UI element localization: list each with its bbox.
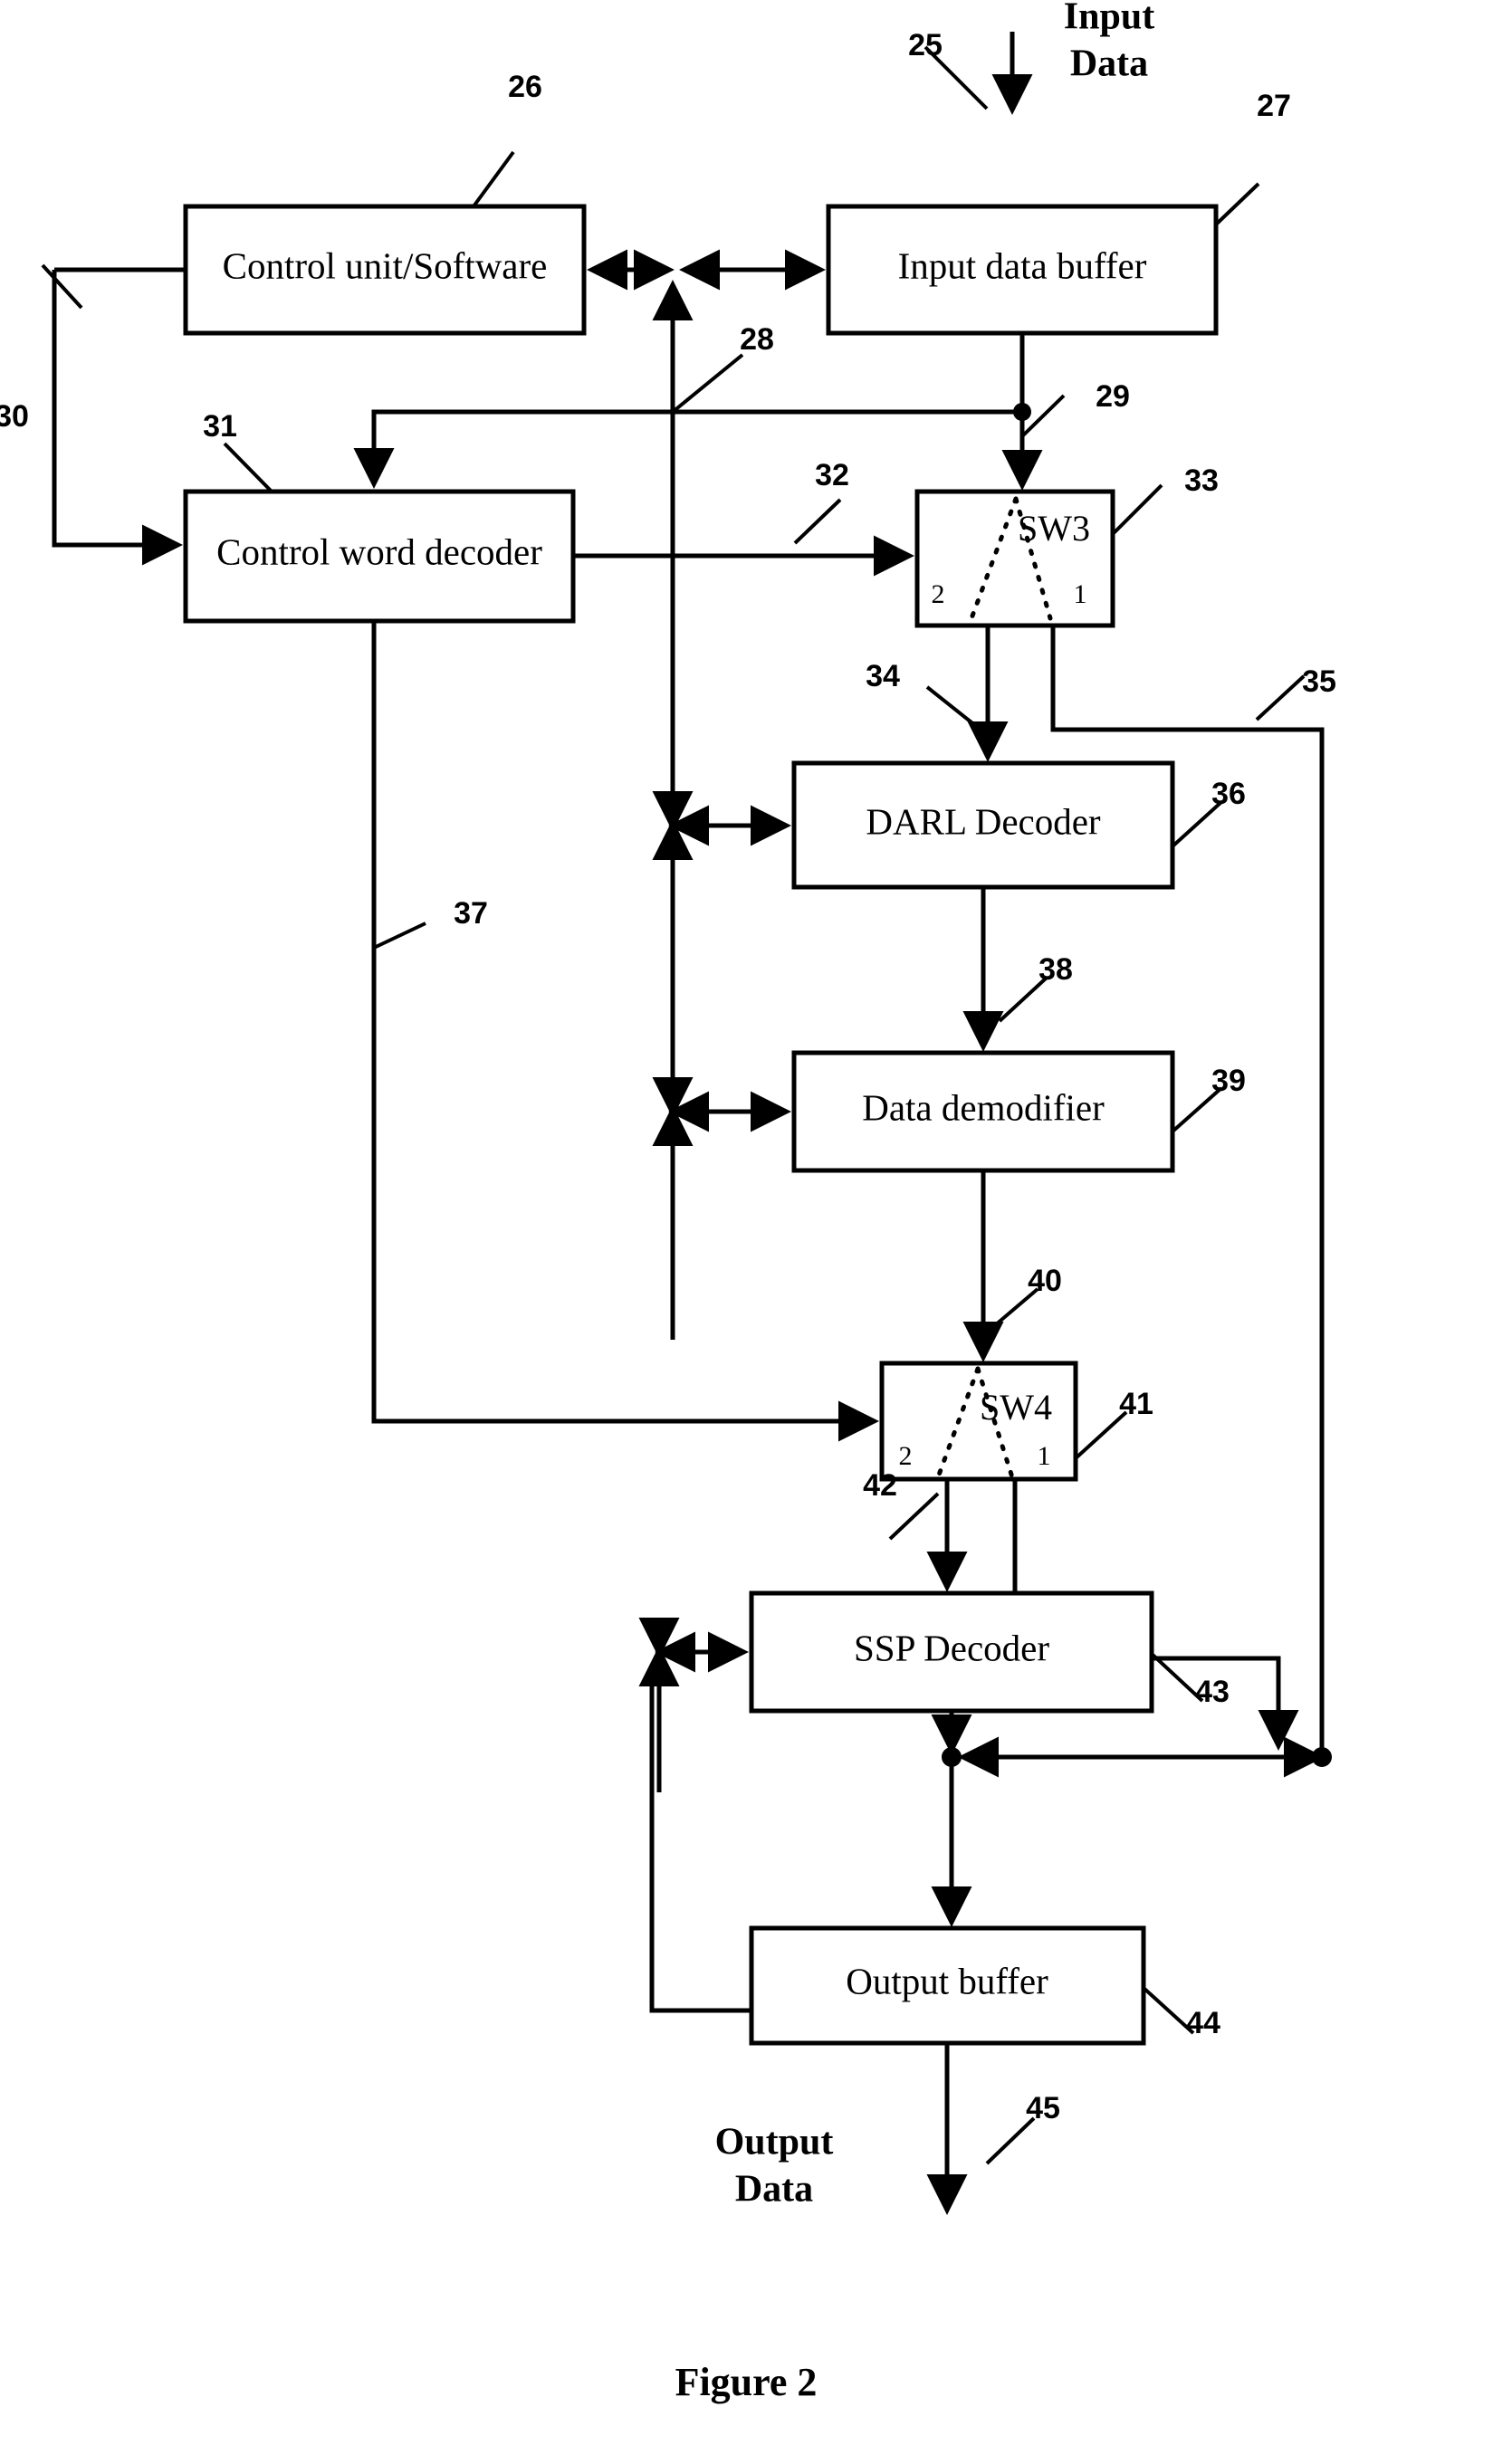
patent-figure-2: Input Data Control unit/Software Input d… <box>0 0 1493 2464</box>
figure-caption: Figure 2 <box>675 2360 818 2404</box>
input-data-line1: Input <box>1064 0 1154 38</box>
ref-34: 34 <box>866 659 900 693</box>
sw4-label: SW4 <box>980 1387 1052 1428</box>
input-data-label: Input Data <box>1064 0 1154 85</box>
control-word-decoder-label: Control word decoder <box>216 530 542 572</box>
sw4-port-2-label: 2 <box>899 1441 913 1471</box>
input-data-line2: Data <box>1070 43 1148 85</box>
sw3-port-1-label: 1 <box>1074 579 1087 609</box>
ref-43: 43 <box>1195 1675 1230 1709</box>
ref-26: 26 <box>508 70 542 104</box>
ref-33: 33 <box>1184 463 1219 498</box>
ref-45: 45 <box>1026 2091 1060 2125</box>
block-control-word-decoder[interactable]: Control word decoder <box>183 489 576 624</box>
ref-29: 29 <box>1096 379 1130 414</box>
block-data-demodifier[interactable]: Data demodifier <box>791 1050 1175 1173</box>
ref-41: 41 <box>1119 1387 1153 1421</box>
block-darl-decoder[interactable]: DARL Decoder <box>791 760 1175 890</box>
ref-28: 28 <box>740 322 774 357</box>
input-data-buffer-label: Input data buffer <box>898 244 1147 286</box>
ref-40: 40 <box>1028 1264 1062 1298</box>
block-sw4[interactable]: SW4 2 1 <box>879 1361 1078 1482</box>
ref-35: 35 <box>1302 664 1336 699</box>
page-background <box>0 0 1493 2464</box>
sw4-port-1-label: 1 <box>1038 1441 1051 1471</box>
block-sw3[interactable]: SW3 2 1 <box>914 489 1115 628</box>
ref-27: 27 <box>1257 89 1291 123</box>
junction-dot-29 <box>1013 403 1031 421</box>
output-data-line2: Data <box>735 2169 813 2211</box>
ref-38: 38 <box>1038 952 1073 987</box>
diagram-canvas: Input Data Control unit/Software Input d… <box>0 0 1493 2464</box>
data-demodifier-label: Data demodifier <box>862 1086 1105 1128</box>
ref-25: 25 <box>908 28 943 62</box>
ref-37: 37 <box>454 896 488 931</box>
ref-36: 36 <box>1211 777 1246 811</box>
ref-31: 31 <box>203 409 237 444</box>
ref-39: 39 <box>1211 1064 1246 1098</box>
control-unit-label: Control unit/Software <box>223 244 548 286</box>
block-ssp-decoder[interactable]: SSP Decoder <box>749 1590 1154 1714</box>
ref-44: 44 <box>1186 2006 1220 2040</box>
block-output-buffer[interactable]: Output buffer <box>749 1925 1146 2046</box>
darl-decoder-label: DARL Decoder <box>866 800 1101 842</box>
sw3-label: SW3 <box>1018 508 1090 549</box>
ref-30: 30 <box>0 399 29 434</box>
sw3-port-2-label: 2 <box>932 579 945 609</box>
ref-42: 42 <box>863 1468 897 1503</box>
block-input-data-buffer[interactable]: Input data buffer <box>826 204 1219 336</box>
ssp-decoder-label: SSP Decoder <box>854 1627 1049 1668</box>
output-data-line1: Output <box>715 2122 834 2163</box>
ref-32: 32 <box>815 458 849 492</box>
junction-dot-output-left <box>942 1747 962 1767</box>
output-buffer-label: Output buffer <box>846 1960 1048 2001</box>
